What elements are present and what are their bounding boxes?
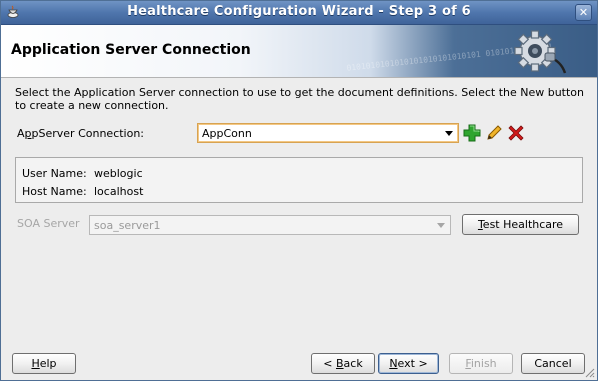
add-connection-icon[interactable] xyxy=(463,124,481,142)
label-part: pServer Connection: xyxy=(31,127,145,140)
button-mnemonic: N xyxy=(389,357,398,370)
host-name-value: localhost xyxy=(94,185,144,198)
header-banner: Application Server Connection 0101010101… xyxy=(1,25,597,78)
user-name-value: weblogic xyxy=(94,167,143,180)
delete-connection-icon[interactable] xyxy=(507,124,525,142)
title-bar[interactable]: Healthcare Configuration Wizard - Step 3… xyxy=(1,1,597,25)
back-button[interactable]: < Back xyxy=(311,353,375,374)
button-label: elp xyxy=(39,357,57,370)
button-mnemonic: B xyxy=(336,357,344,370)
window-title: Healthcare Configuration Wizard - Step 3… xyxy=(127,4,471,19)
close-window-button[interactable]: ✕ xyxy=(575,4,592,21)
page-title: Application Server Connection xyxy=(11,42,251,58)
soa-server-combo[interactable]: soa_server1 xyxy=(89,215,451,235)
combo-value: soa_server1 xyxy=(94,219,161,232)
button-label: est Healthcare xyxy=(482,218,564,231)
appserver-connection-label: AppServer Connection: xyxy=(17,127,144,140)
gear-plug-icon xyxy=(514,30,567,74)
dropdown-arrow-icon[interactable] xyxy=(444,127,454,139)
button-label: ack xyxy=(343,357,363,370)
cancel-button[interactable]: Cancel xyxy=(521,353,585,374)
test-healthcare-button[interactable]: Test Healthcare xyxy=(462,214,579,235)
label-mnemonic: p xyxy=(24,127,32,140)
next-button[interactable]: Next > xyxy=(378,353,439,374)
button-label: inish xyxy=(470,357,497,370)
appserver-connection-combo[interactable]: AppConn xyxy=(197,123,459,143)
dropdown-arrow-icon[interactable] xyxy=(436,219,446,231)
user-name-label: User Name: xyxy=(22,167,87,180)
label-part: A xyxy=(17,127,25,140)
resize-grip-icon[interactable] xyxy=(585,368,595,378)
soa-server-label: SOA Server xyxy=(17,217,80,230)
instructions-text: Select the Application Server connection… xyxy=(15,86,585,112)
combo-value: AppConn xyxy=(202,127,252,140)
button-label: < xyxy=(323,357,336,370)
button-mnemonic: H xyxy=(31,357,40,370)
help-button[interactable]: Help xyxy=(12,353,76,374)
host-name-label: Host Name: xyxy=(22,185,87,198)
edit-connection-icon[interactable] xyxy=(485,124,503,142)
wizard-window: Healthcare Configuration Wizard - Step 3… xyxy=(0,0,598,381)
button-label: ext > xyxy=(397,357,428,370)
connection-details-panel: User Name: weblogic Host Name: localhost xyxy=(15,157,583,203)
finish-button[interactable]: Finish xyxy=(449,353,513,374)
